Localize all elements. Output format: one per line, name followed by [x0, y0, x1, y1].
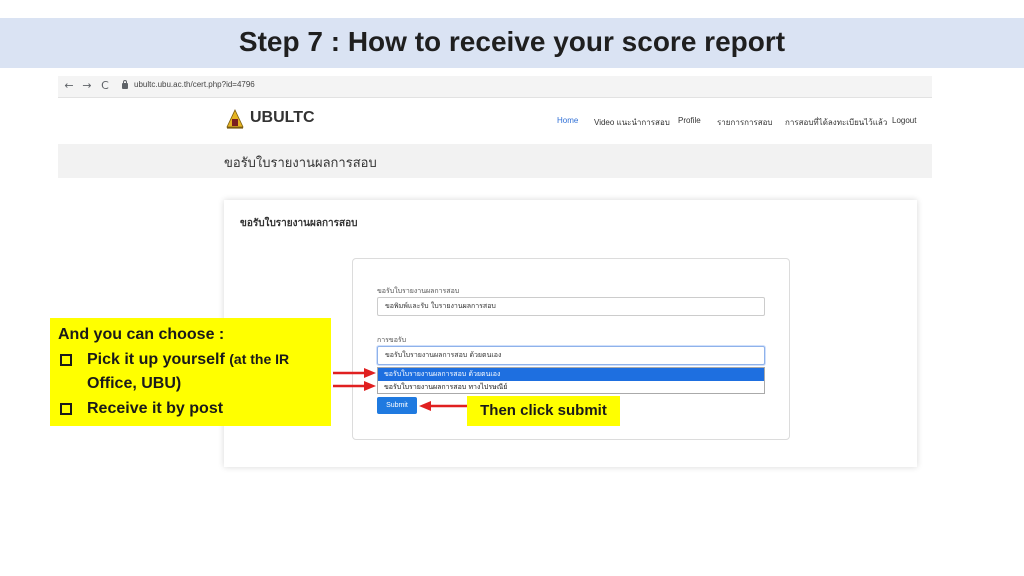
request-type-label: ขอรับใบรายงานผลการสอบ — [377, 287, 460, 295]
callout-item-post: Receive it by post — [87, 400, 224, 417]
nav-home[interactable]: Home — [557, 116, 578, 125]
brand-name[interactable]: UBULTC — [250, 109, 315, 127]
lock-icon — [122, 80, 128, 89]
page-title: ขอรับใบรายงานผลการสอบ — [224, 156, 377, 171]
forward-icon[interactable]: → — [80, 79, 94, 93]
callout-item-pickup-main: Pick it up yourself — [87, 351, 225, 368]
choice-callout: And you can choose : Pick it up yourself… — [50, 318, 331, 426]
callout-item-pickup-note: (at the IR — [229, 351, 290, 367]
checkbox-icon — [60, 403, 72, 415]
reload-icon[interactable]: C — [98, 79, 112, 93]
slide-title-bar: Step 7 : How to receive your score repor… — [0, 18, 1024, 68]
nav-registered-exams[interactable]: การสอบที่ได้ลงทะเบียนไว้แล้ว — [785, 116, 887, 129]
nav-profile[interactable]: Profile — [678, 116, 701, 125]
site-header: UBULTC Home Video แนะนำการสอบ Profile รา… — [58, 98, 932, 144]
back-icon[interactable]: ← — [62, 79, 76, 93]
delivery-method-select[interactable]: ขอรับใบรายงานผลการสอบ ด้วยตนเอง — [377, 346, 765, 365]
nav-exam-list[interactable]: รายการการสอบ — [717, 116, 773, 129]
option-by-post[interactable]: ขอรับใบรายงานผลการสอบ ทางไปรษณีย์ — [378, 381, 764, 394]
request-type-select[interactable]: ขอพิมพ์และรับ ใบรายงานผลการสอบ — [377, 297, 765, 316]
logo-icon — [226, 109, 244, 129]
delivery-method-dropdown: ขอรับใบรายงานผลการสอบ ด้วยตนเอง ขอรับใบร… — [377, 367, 765, 394]
submit-button[interactable]: Submit — [377, 397, 417, 414]
option-pick-up[interactable]: ขอรับใบรายงานผลการสอบ ด้วยตนเอง — [378, 368, 764, 381]
callout-heading: And you can choose : — [58, 326, 225, 343]
delivery-method-label: การขอรับ — [377, 336, 407, 344]
nav-logout[interactable]: Logout — [892, 116, 916, 125]
slide: Step 7 : How to receive your score repor… — [0, 0, 1024, 576]
submit-callout: Then click submit — [467, 396, 620, 426]
nav-video[interactable]: Video แนะนำการสอบ — [594, 116, 670, 129]
checkbox-icon — [60, 354, 72, 366]
slide-title: Step 7 : How to receive your score repor… — [238, 26, 786, 57]
callout-item-pickup: Pick it up yourself (at the IR — [87, 351, 289, 369]
card-heading: ขอรับใบรายงานผลการสอบ — [240, 218, 358, 229]
page-title-band: ขอรับใบรายงานผลการสอบ — [58, 144, 932, 178]
callout-item-pickup-cont: Office, UBU) — [87, 375, 182, 392]
url-field[interactable]: ubultc.ubu.ac.th/cert.php?id=4796 — [134, 80, 255, 89]
browser-address-bar: ← → C ubultc.ubu.ac.th/cert.php?id=4796 — [58, 76, 932, 98]
